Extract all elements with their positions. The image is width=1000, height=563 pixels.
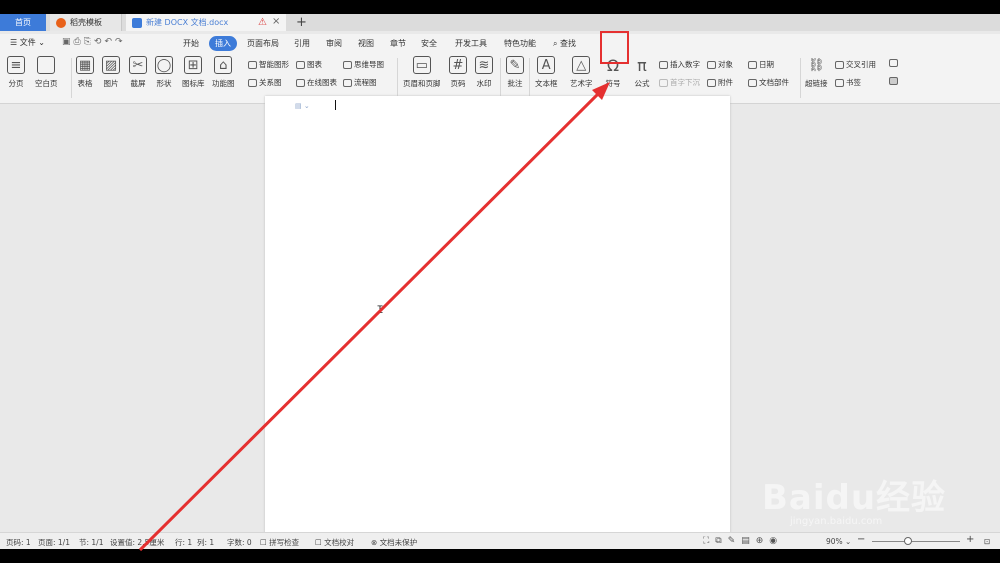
arrow-line: [138, 88, 604, 552]
annotation-arrow: [138, 82, 610, 552]
